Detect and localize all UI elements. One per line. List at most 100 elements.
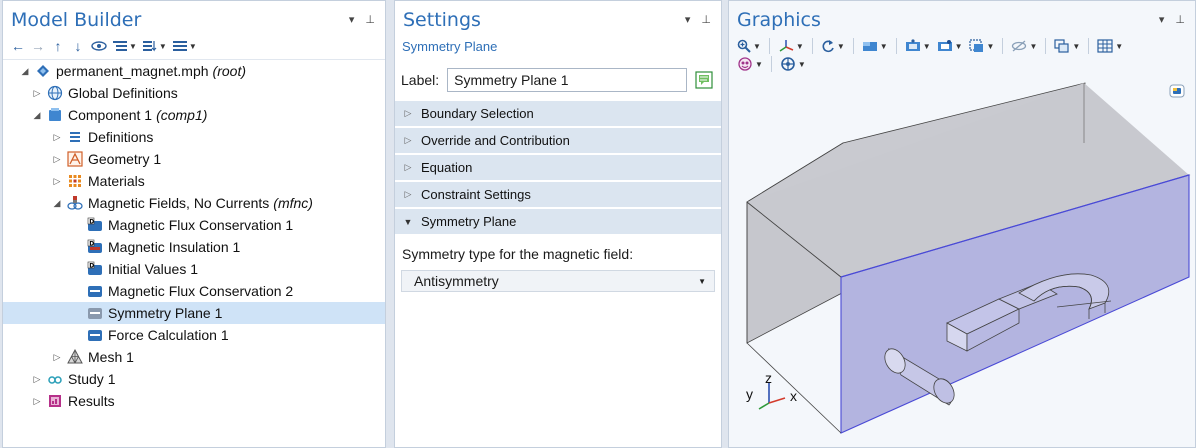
tree-label: Initial Values 1 <box>108 261 199 277</box>
collapse-arrow-icon[interactable]: ◢ <box>31 110 43 121</box>
axis-label-x: x <box>790 388 797 404</box>
move-up-icon[interactable]: ↑ <box>49 36 67 56</box>
collapse-arrow-icon: ▼ <box>403 216 413 227</box>
tree-node-initial-values-1[interactable]: D Initial Values 1 <box>3 258 385 280</box>
tree-node-results[interactable]: ▷ Results <box>3 390 385 412</box>
tree-tag: (root) <box>212 63 246 79</box>
tree-label: Magnetic Fields, No Currents <box>88 195 270 211</box>
section-symmetry-plane[interactable]: ▼ Symmetry Plane <box>395 209 721 234</box>
sort-icon[interactable]: ▼ <box>141 36 169 56</box>
list-view-icon[interactable]: ▼ <box>171 36 199 56</box>
svg-text:D: D <box>89 240 94 247</box>
tree-label: Magnetic Flux Conservation 2 <box>108 283 294 299</box>
graphics-panel: Graphics ▾ ⊥ ▼ ▼ ▼ ▼ ▼ ▼ ▼ ▼ ▼ ▼ ▼ ▼ z x… <box>728 0 1196 448</box>
section-boundary-selection[interactable]: ▷ Boundary Selection <box>395 101 721 126</box>
results-icon <box>47 393 63 409</box>
domain-feature-icon <box>87 283 103 299</box>
svg-text:D: D <box>89 218 94 225</box>
tree-node-geometry-1[interactable]: ▷ Geometry 1 <box>3 148 385 170</box>
tree-node-root[interactable]: ◢ permanent_magnet.mph (root) <box>3 60 385 82</box>
tree-node-magnetic-fields[interactable]: ◢ Magnetic Fields, No Currents (mfnc) <box>3 192 385 214</box>
axis-triad: z x y <box>746 370 797 410</box>
section-equation[interactable]: ▷ Equation <box>395 155 721 180</box>
settings-panel: Settings ▾ ⊥ Symmetry Plane Label: Symme… <box>394 0 722 448</box>
tree-label: Geometry 1 <box>88 151 162 167</box>
force-calculation-icon <box>87 327 103 343</box>
model-root-icon <box>35 63 51 79</box>
expand-arrow-icon: ▷ <box>404 108 412 118</box>
symmetry-plane-icon <box>87 305 103 321</box>
settings-subtitle: Symmetry Plane <box>402 39 498 54</box>
back-arrow-icon[interactable]: ← <box>9 36 27 56</box>
panel-controls[interactable]: ▾ ⊥ <box>1159 13 1189 26</box>
tree-label: Results <box>68 393 115 409</box>
svg-text:D: D <box>89 262 94 269</box>
tree-label: Magnetic Insulation 1 <box>108 239 241 255</box>
expand-arrow-icon: ▷ <box>404 189 412 199</box>
tree-node-magnetic-flux-conservation-1[interactable]: D Magnetic Flux Conservation 1 <box>3 214 385 236</box>
move-down-icon[interactable]: ↓ <box>69 36 87 56</box>
tree-label: Global Definitions <box>68 85 178 101</box>
domain-feature-d-icon: D <box>87 217 103 233</box>
expand-arrow-icon[interactable]: ▷ <box>51 132 63 143</box>
tree-node-mesh-1[interactable]: ▷ Mesh 1 <box>3 346 385 368</box>
tree-node-symmetry-plane-1[interactable]: Symmetry Plane 1 <box>3 302 385 324</box>
label-row: Label: Symmetry Plane 1 <box>401 67 715 93</box>
settings-title: Settings <box>403 9 481 31</box>
boundary-feature-d-icon: D <box>87 239 103 255</box>
label-caption: Label: <box>401 72 440 88</box>
materials-icon <box>67 173 83 189</box>
expand-arrow-icon[interactable]: ▷ <box>31 374 43 385</box>
model-builder-title: Model Builder <box>11 9 142 31</box>
symmetry-type-value: Antisymmetry <box>414 273 499 289</box>
forward-arrow-icon[interactable]: → <box>29 36 47 56</box>
tree-label: Magnetic Flux Conservation 1 <box>108 217 294 233</box>
comment-icon[interactable] <box>693 69 715 91</box>
label-input[interactable]: Symmetry Plane 1 <box>447 68 687 92</box>
panel-controls[interactable]: ▾ ⊥ <box>349 13 379 26</box>
section-constraint-settings[interactable]: ▷ Constraint Settings <box>395 182 721 207</box>
collapse-arrow-icon[interactable]: ◢ <box>51 198 63 209</box>
expand-arrow-icon[interactable]: ▷ <box>51 352 63 363</box>
collapse-arrow-icon[interactable]: ◢ <box>19 66 31 77</box>
graphics-canvas[interactable]: z x y <box>729 61 1195 447</box>
settings-sections: ▷ Boundary Selection ▷ Override and Cont… <box>395 101 721 236</box>
tree-label: Component 1 <box>68 107 153 123</box>
expand-arrow-icon[interactable]: ▷ <box>31 88 43 99</box>
tree-node-definitions[interactable]: ▷ Definitions <box>3 126 385 148</box>
tree-tag: (comp1) <box>156 107 208 123</box>
tree-label: Definitions <box>88 129 154 145</box>
tree-label: permanent_magnet.mph <box>56 63 209 79</box>
tree-label: Materials <box>88 173 145 189</box>
expand-sections-icon[interactable]: ▼ <box>111 36 139 56</box>
panel-controls[interactable]: ▾ ⊥ <box>685 13 715 26</box>
globe-icon <box>47 85 63 101</box>
section-override-contribution[interactable]: ▷ Override and Contribution <box>395 128 721 153</box>
expand-arrow-icon[interactable]: ▷ <box>51 154 63 165</box>
tree-node-study-1[interactable]: ▷ Study 1 <box>3 368 385 390</box>
tree-node-force-calculation-1[interactable]: Force Calculation 1 <box>3 324 385 346</box>
tree-node-magnetic-flux-conservation-2[interactable]: Magnetic Flux Conservation 2 <box>3 280 385 302</box>
symmetry-type-label: Symmetry type for the magnetic field: <box>402 246 634 262</box>
expand-arrow-icon: ▷ <box>404 135 412 145</box>
show-icon[interactable] <box>89 36 109 56</box>
tree-node-magnetic-insulation-1[interactable]: D Magnetic Insulation 1 <box>3 236 385 258</box>
tree-label: Force Calculation 1 <box>108 327 229 343</box>
section-label: Equation <box>421 160 473 175</box>
chevron-down-icon: ▼ <box>698 276 706 286</box>
tree-node-component-1[interactable]: ◢ Component 1 (comp1) <box>3 104 385 126</box>
tree-label: Symmetry Plane 1 <box>108 305 223 321</box>
tree-label: Study 1 <box>68 371 116 387</box>
symmetry-type-select[interactable]: Antisymmetry ▼ <box>401 270 715 292</box>
expand-arrow-icon: ▷ <box>404 162 412 172</box>
graphics-title: Graphics <box>737 9 821 31</box>
axis-label-z: z <box>765 370 772 386</box>
tree-node-materials[interactable]: ▷ Materials <box>3 170 385 192</box>
expand-arrow-icon[interactable]: ▷ <box>31 396 43 407</box>
section-label: Boundary Selection <box>421 106 534 121</box>
tree-tag: (mfnc) <box>273 195 313 211</box>
tree-node-global-definitions[interactable]: ▷ Global Definitions <box>3 82 385 104</box>
section-label: Symmetry Plane <box>421 214 517 229</box>
expand-arrow-icon[interactable]: ▷ <box>51 176 63 187</box>
initial-values-d-icon: D <box>87 261 103 277</box>
